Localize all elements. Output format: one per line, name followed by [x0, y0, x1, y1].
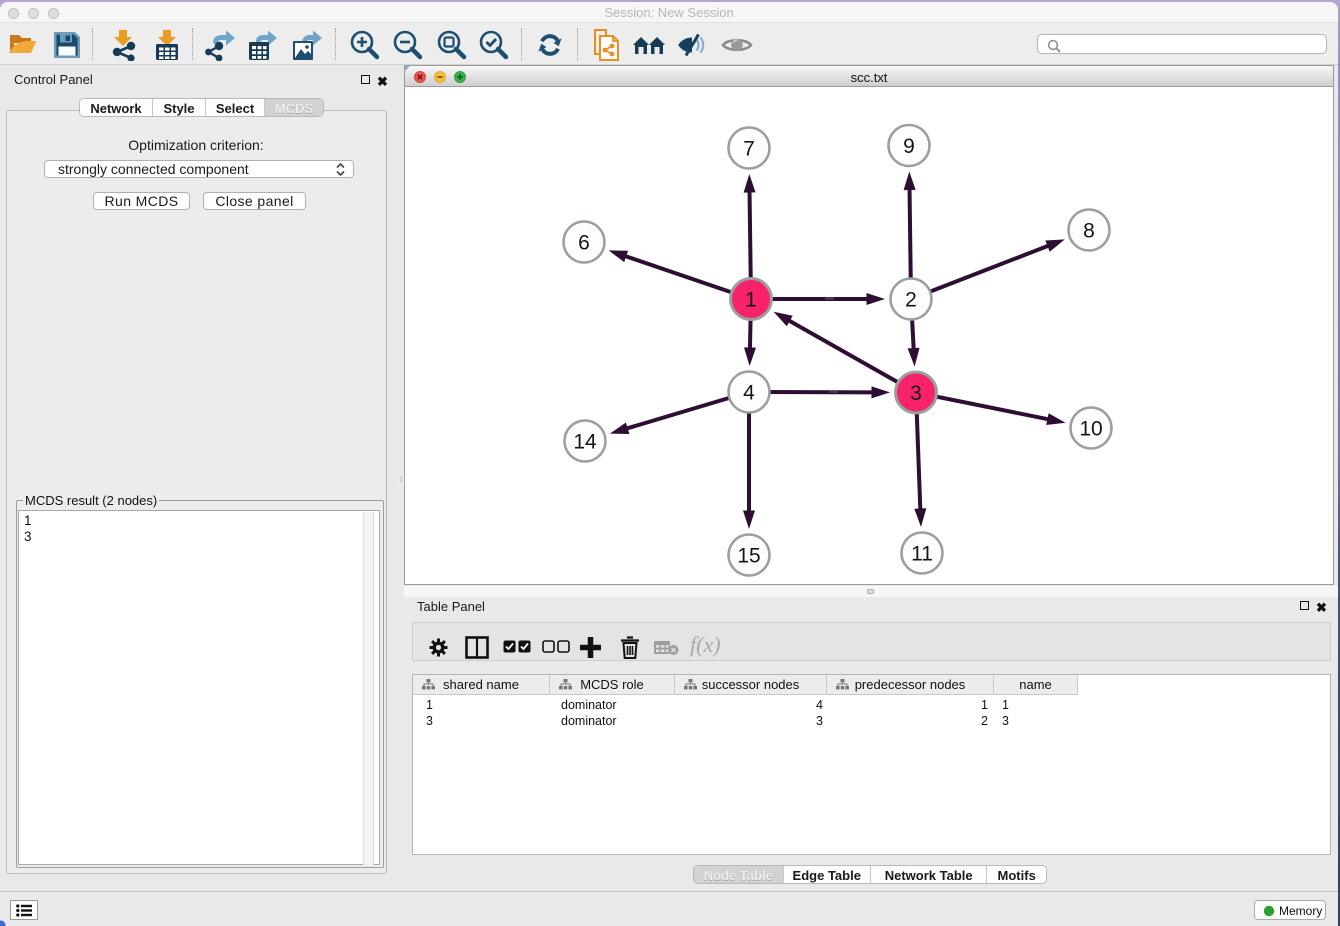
svg-text:14: 14	[573, 431, 597, 454]
svg-text:15: 15	[737, 545, 760, 568]
svg-text:11: 11	[911, 543, 933, 566]
svg-text:7: 7	[743, 138, 755, 161]
svg-text:9: 9	[903, 135, 915, 158]
svg-text:3: 3	[910, 382, 922, 405]
svg-text:2: 2	[905, 289, 917, 312]
svg-text:4: 4	[743, 382, 755, 405]
svg-text:1: 1	[745, 289, 757, 312]
svg-text:10: 10	[1079, 418, 1102, 441]
svg-text:6: 6	[578, 232, 590, 255]
svg-text:8: 8	[1083, 220, 1095, 243]
